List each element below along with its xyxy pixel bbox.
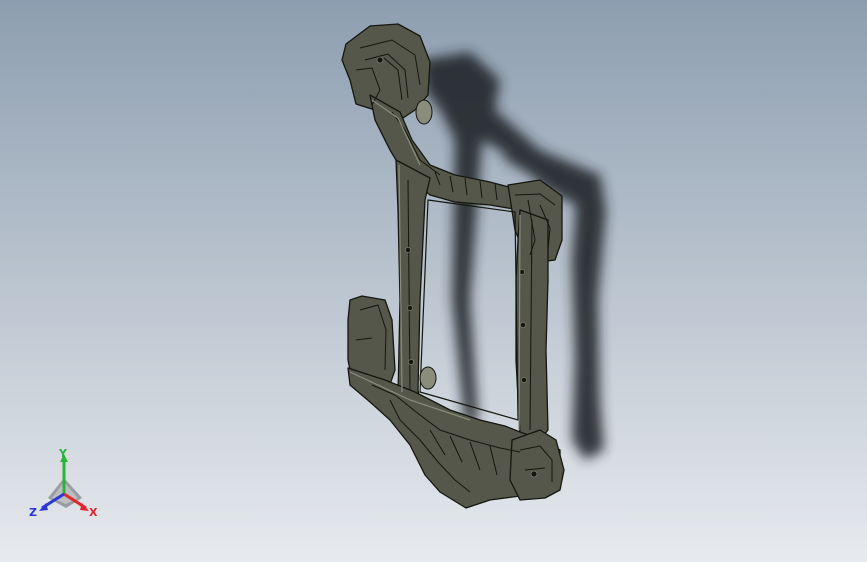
x-axis-label: X	[89, 506, 98, 519]
y-axis-label: Y	[58, 448, 68, 460]
bushing-lower	[419, 366, 437, 390]
bushing-upper	[415, 99, 433, 125]
orientation-triad[interactable]: Y X Z	[26, 448, 106, 522]
graphics-viewport[interactable]: Y X Z	[0, 0, 867, 562]
model-scene[interactable]	[0, 0, 867, 562]
z-axis-label: Z	[29, 506, 37, 519]
bottom-right-mount[interactable]	[509, 429, 565, 501]
